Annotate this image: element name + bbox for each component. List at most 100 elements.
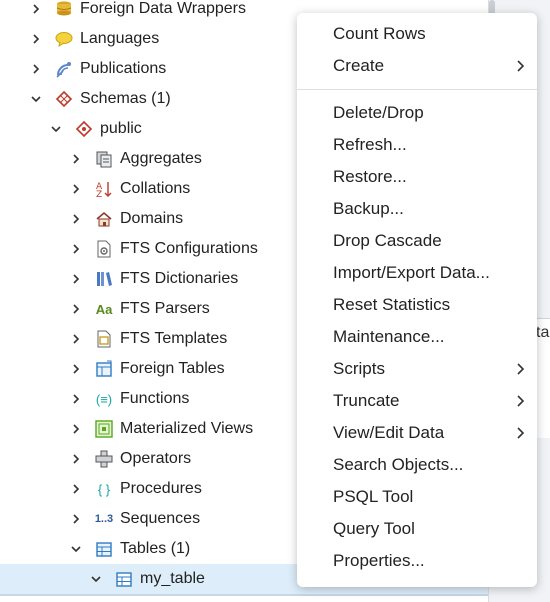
aggregate-icon xyxy=(94,149,114,169)
chevron-right-icon xyxy=(517,363,525,375)
chevron-right-icon[interactable] xyxy=(70,384,82,414)
menu-item-label: Truncate xyxy=(333,391,400,410)
chevron-right-icon[interactable] xyxy=(70,444,82,474)
tree-item-label: my_table xyxy=(140,570,205,587)
schema-diamond-icon xyxy=(74,119,94,139)
fts-dictionary-icon xyxy=(94,269,114,289)
menu-item-count-rows[interactable]: Count Rows xyxy=(297,18,537,50)
menu-item-scripts[interactable]: Scripts xyxy=(297,353,537,385)
tree-item-label: Foreign Tables xyxy=(120,360,225,377)
function-icon-text: (≡) xyxy=(95,391,113,407)
menu-item-query-tool[interactable]: Query Tool xyxy=(297,513,537,545)
schemas-icon xyxy=(54,89,74,109)
operator-icon xyxy=(94,449,114,469)
menu-item-maintenance[interactable]: Maintenance... xyxy=(297,321,537,353)
menu-item-label: Backup... xyxy=(333,199,404,218)
menu-item-label: Drop Cascade xyxy=(333,231,442,250)
menu-item-label: Properties... xyxy=(333,551,425,570)
menu-item-label: Delete/Drop xyxy=(333,103,424,122)
chevron-right-icon[interactable] xyxy=(70,294,82,324)
menu-item-truncate[interactable]: Truncate xyxy=(297,385,537,417)
menu-item-refresh[interactable]: Refresh... xyxy=(297,129,537,161)
materialized-view-icon xyxy=(94,419,114,439)
tree-item-label: Procedures xyxy=(120,480,202,497)
chevron-right-icon[interactable] xyxy=(70,174,82,204)
menu-item-label: Import/Export Data... xyxy=(333,263,490,282)
chevron-right-icon xyxy=(517,427,525,439)
chevron-right-icon[interactable] xyxy=(30,0,42,24)
foreign-table-icon xyxy=(94,359,114,379)
menu-separator xyxy=(297,89,537,90)
fts-template-icon xyxy=(94,329,114,349)
menu-item-view-edit-data[interactable]: View/Edit Data xyxy=(297,417,537,449)
fts-config-icon xyxy=(94,239,114,259)
function-icon: (≡) xyxy=(94,389,114,409)
tree-item-label: public xyxy=(100,120,142,137)
context-menu: Count Rows Create Delete/Drop Refresh...… xyxy=(297,13,537,587)
sequence-icon-text: 1..3 xyxy=(94,513,114,525)
menu-item-label: Query Tool xyxy=(333,519,415,538)
tree-item-label: FTS Templates xyxy=(120,330,228,347)
chevron-right-icon[interactable] xyxy=(70,474,82,504)
chevron-down-icon[interactable] xyxy=(50,114,62,144)
chevron-right-icon[interactable] xyxy=(70,354,82,384)
menu-item-label: Search Objects... xyxy=(333,455,464,474)
menu-item-label: View/Edit Data xyxy=(333,423,445,442)
chevron-down-icon[interactable] xyxy=(70,534,82,564)
chevron-right-icon[interactable] xyxy=(70,504,82,534)
chevron-down-icon[interactable] xyxy=(90,564,102,594)
menu-item-search-objects[interactable]: Search Objects... xyxy=(297,449,537,481)
chevron-right-icon[interactable] xyxy=(30,24,42,54)
chevron-right-icon[interactable] xyxy=(70,144,82,174)
chevron-right-icon xyxy=(517,395,525,407)
background-panel-text: ta xyxy=(536,324,550,341)
chevron-right-icon[interactable] xyxy=(70,414,82,444)
menu-item-label: Maintenance... xyxy=(333,327,445,346)
tree-item-label: Languages xyxy=(80,30,160,47)
domain-house-icon xyxy=(94,209,114,229)
procedure-icon-text: { } xyxy=(97,481,111,497)
chevron-right-icon[interactable] xyxy=(70,204,82,234)
chevron-right-icon xyxy=(517,60,525,72)
chevron-right-icon[interactable] xyxy=(70,234,82,264)
menu-item-drop-cascade[interactable]: Drop Cascade xyxy=(297,225,537,257)
tree-item-label: Domains xyxy=(120,210,184,227)
menu-item-backup[interactable]: Backup... xyxy=(297,193,537,225)
tree-item-label: Operators xyxy=(120,450,192,467)
menu-item-import-export-data[interactable]: Import/Export Data... xyxy=(297,257,537,289)
menu-item-restore[interactable]: Restore... xyxy=(297,161,537,193)
tables-icon xyxy=(94,539,114,559)
menu-item-reset-statistics[interactable]: Reset Statistics xyxy=(297,289,537,321)
tree-item-label: Aggregates xyxy=(120,150,202,167)
menu-item-label: Reset Statistics xyxy=(333,295,451,314)
menu-item-label: Count Rows xyxy=(333,24,426,43)
menu-item-label: Refresh... xyxy=(333,135,407,154)
menu-item-label: Restore... xyxy=(333,167,407,186)
tree-item-label: FTS Parsers xyxy=(120,300,210,317)
fts-parser-icon-text: Aa xyxy=(95,301,113,317)
tree-bottom-divider xyxy=(0,594,488,596)
sequence-icon: 1..3 xyxy=(94,509,114,529)
table-icon xyxy=(114,569,134,589)
menu-item-delete-drop[interactable]: Delete/Drop xyxy=(297,97,537,129)
tree-item-label: Publications xyxy=(80,60,167,77)
chevron-down-icon[interactable] xyxy=(30,84,42,114)
chevron-right-icon[interactable] xyxy=(70,324,82,354)
chevron-right-icon[interactable] xyxy=(70,264,82,294)
menu-item-label: PSQL Tool xyxy=(333,487,414,506)
fts-parser-icon: Aa xyxy=(94,299,114,319)
menu-item-properties[interactable]: Properties... xyxy=(297,545,537,577)
menu-item-psql-tool[interactable]: PSQL Tool xyxy=(297,481,537,513)
database-stack-icon xyxy=(54,0,74,19)
menu-item-label: Scripts xyxy=(333,359,385,378)
menu-item-create[interactable]: Create xyxy=(297,50,537,82)
tree-item-label: Collations xyxy=(120,180,191,197)
svg-text:Z: Z xyxy=(96,190,102,198)
procedure-icon: { } xyxy=(94,479,114,499)
tree-item-label: Foreign Data Wrappers xyxy=(80,0,246,17)
tree-item-label: Sequences xyxy=(120,510,201,527)
menu-item-label: Create xyxy=(333,56,385,75)
tree-item-label: FTS Configurations xyxy=(120,240,258,257)
chevron-right-icon[interactable] xyxy=(30,54,42,84)
collation-icon: AZ xyxy=(94,179,114,199)
